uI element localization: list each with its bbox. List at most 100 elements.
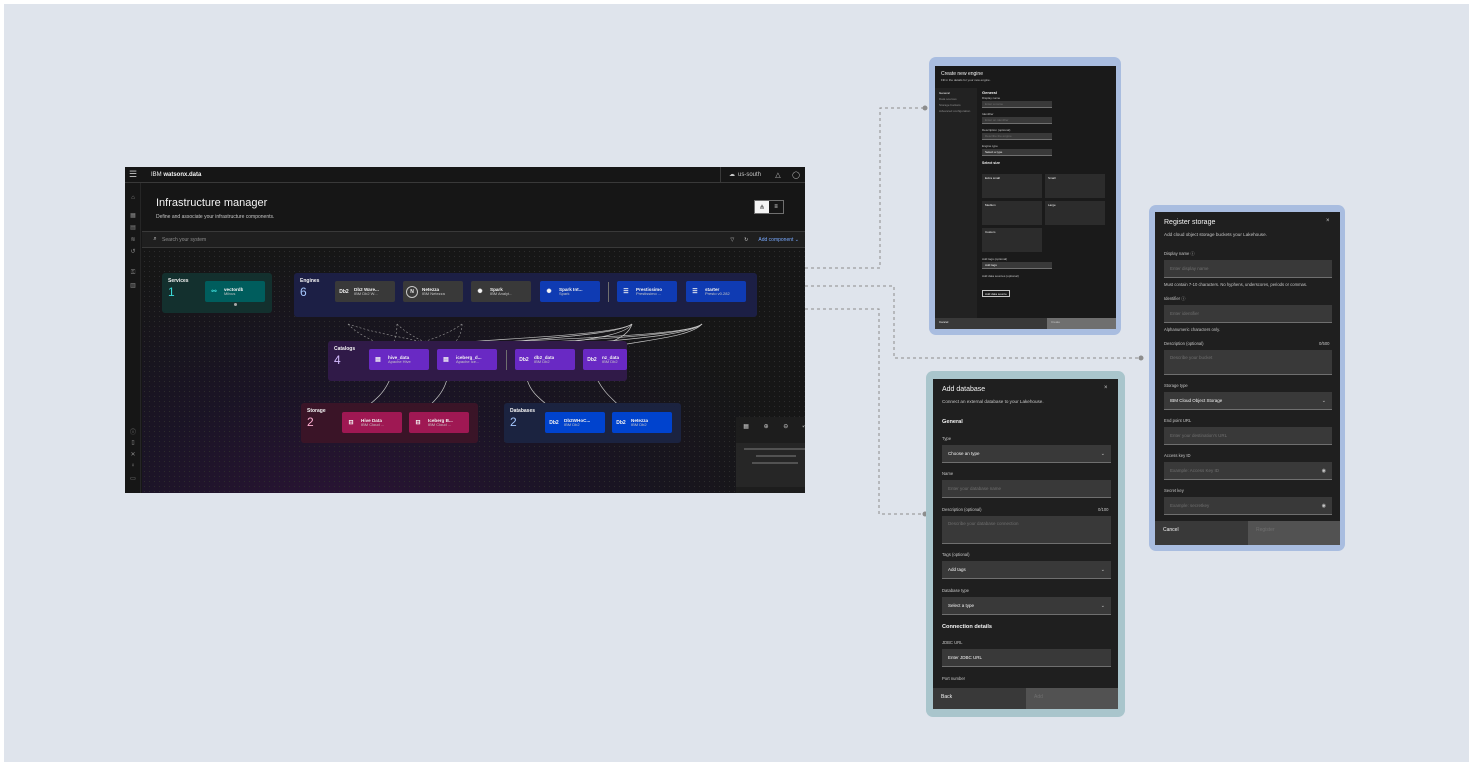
close-icon[interactable]: × [1104, 385, 1108, 391]
storage-node-iceberg[interactable]: ⊟ Iceberg B... IBM Cloud ... [409, 412, 469, 433]
storage-type-select[interactable]: IBM Cloud Object Storage ⌄ [1164, 392, 1332, 410]
fit-view-icon[interactable]: ▦ [743, 423, 749, 430]
cancel-button[interactable]: Cancel [1155, 521, 1248, 545]
view-toggle[interactable]: ⋔ ≡ [754, 200, 784, 214]
catalog-node-db2-data[interactable]: Db2 db2_data IBM Db2 [515, 349, 575, 370]
catalog-node-iceberg[interactable]: ▤ iceberg_d... Apache Ice... [437, 349, 497, 370]
engine-type-select[interactable]: Select a type [982, 149, 1052, 156]
size-option-small[interactable]: Small [1045, 174, 1105, 198]
catalogs-title: Catalogs [334, 346, 356, 352]
query-icon[interactable]: ≋ [125, 236, 141, 243]
service-node-vectordb[interactable]: ⚯ vectordb Milvus [205, 281, 265, 302]
add-data-source-button[interactable]: Add data source [982, 290, 1010, 297]
data-manager-icon[interactable]: ▤ [125, 224, 141, 231]
engine-node-starter[interactable]: ☰ starter Presto v0.282 [686, 281, 746, 302]
type-select[interactable]: Choose an type ⌄ [942, 445, 1111, 463]
fullscreen-icon[interactable]: ⤢ [803, 423, 805, 430]
engines-group[interactable]: Engines 6 Db2 Db2 Ware... IBM Db2 W... N … [294, 273, 757, 317]
topology-canvas[interactable]: Services 1 ⚯ vectordb Milvus Engines 6 Db… [142, 249, 805, 493]
engine-node-db2-warehouse[interactable]: Db2 Db2 Ware... IBM Db2 W... [335, 281, 395, 302]
tools-icon[interactable]: ✕ [125, 451, 141, 458]
search-input[interactable]: Search your system [162, 237, 206, 243]
infrastructure-icon[interactable]: ▦ [125, 212, 141, 219]
description-label: Description (optional) [1164, 341, 1204, 346]
access-key-input[interactable]: Example: Access Key ID ◉ [1164, 462, 1332, 480]
secret-key-input[interactable]: Example: secretkey ◉ [1164, 497, 1332, 515]
close-icon[interactable]: × [1326, 218, 1330, 224]
add-component-button[interactable]: Add component ⌄ [758, 237, 799, 243]
databases-group[interactable]: Databases 2 Db2 Db2WHoC... IBM Db2 Db2 Ne… [504, 403, 681, 443]
lightbulb-icon[interactable]: ♀ [125, 463, 141, 469]
display-name-input[interactable]: Enter a name [982, 101, 1052, 108]
identifier-input[interactable]: Enter an identifier [982, 117, 1052, 124]
minimap-preview[interactable] [736, 443, 805, 487]
nav-item[interactable]: Advanced configuration [939, 109, 970, 113]
db2-icon: Db2 [339, 288, 349, 295]
nav-item[interactable]: Storage buckets [939, 103, 961, 107]
database-node-netezza[interactable]: Db2 Netezza IBM Db2 [612, 412, 672, 433]
size-option-large[interactable]: Large [1045, 201, 1105, 225]
size-option-medium[interactable]: Medium [982, 201, 1042, 225]
storage-group[interactable]: Storage 2 ⊟ Hive Data IBM Cloud ... ⊟ Ice… [301, 403, 478, 443]
eye-icon[interactable]: ◉ [1322, 503, 1326, 509]
tags-select[interactable]: Add tags [982, 262, 1052, 269]
user-avatar-icon[interactable]: ◯ [787, 167, 805, 183]
description-textarea[interactable]: Describe your bucket [1164, 350, 1332, 375]
field-label: Add data sources (optional) [982, 274, 1019, 278]
access-control-icon[interactable]: ⚿ [125, 270, 141, 277]
info-icon[interactable]: ⓘ [125, 427, 141, 436]
engine-node-netezza[interactable]: N Netezza IBM Netezza [403, 281, 463, 302]
terminal-icon[interactable]: ▭ [125, 475, 141, 482]
cancel-button[interactable]: Cancel [935, 318, 1047, 329]
refresh-icon[interactable]: ↻ [744, 237, 748, 243]
size-option-custom[interactable]: Custom [982, 228, 1042, 252]
notification-icon[interactable]: △ [769, 167, 787, 183]
storage-type-label: Storage type [1164, 383, 1188, 388]
engine-node-prestissimo[interactable]: ☰ Prestissimo Prestissimo ... [617, 281, 677, 302]
database-type-select[interactable]: Select a type ⌄ [942, 597, 1111, 615]
storage-node-hive-data[interactable]: ⊟ Hive Data IBM Cloud ... [342, 412, 402, 433]
size-option-extra-small[interactable]: Extra small [982, 174, 1042, 198]
home-icon[interactable]: ⌂ [125, 195, 141, 201]
name-input[interactable]: Enter your database name [942, 480, 1111, 498]
description-textarea[interactable]: Describe your database connection [942, 516, 1111, 544]
history-icon[interactable]: ↺ [125, 248, 141, 255]
catalog-icon[interactable]: ▥ [125, 282, 141, 289]
zoom-in-icon[interactable]: ⊕ [764, 423, 769, 430]
minimap[interactable]: ▦ ⊕ ⊖ ⤢ [736, 417, 805, 493]
node-type: Spark [559, 290, 570, 296]
eye-icon[interactable]: ◉ [1322, 468, 1326, 474]
topology-view-icon[interactable]: ⋔ [755, 201, 769, 213]
add-button[interactable]: Add [1026, 688, 1118, 709]
register-button[interactable]: Register [1248, 521, 1340, 545]
jdbc-input[interactable]: Enter JDBC URL [942, 649, 1111, 667]
general-heading: General [942, 419, 963, 425]
create-button[interactable]: Create [1047, 318, 1116, 329]
nav-item[interactable]: General [939, 91, 950, 95]
catalogs-group[interactable]: Catalogs 4 ▤ hive_data Apache Hive ▤ iceb… [328, 341, 627, 381]
endpoint-input[interactable]: Enter your destination's URL [1164, 427, 1332, 445]
chevron-down-icon: ⌄ [1100, 450, 1105, 457]
display-name-input[interactable]: Enter display name [1164, 260, 1332, 278]
services-group[interactable]: Services 1 ⚯ vectordb Milvus [162, 273, 272, 313]
port-label: Port number [942, 676, 966, 681]
filter-icon[interactable]: ▽ [730, 237, 734, 243]
nav-item[interactable]: Data sources [939, 97, 957, 101]
region-selector[interactable]: ☁ us-south [719, 167, 769, 183]
catalog-node-nz-data[interactable]: Db2 nz_data IBM Db2 [583, 349, 627, 370]
catalog-node-hive[interactable]: ▤ hive_data Apache Hive [369, 349, 429, 370]
description-input[interactable]: Describe the engine [982, 133, 1052, 140]
node-type: IBM Db2 [564, 421, 580, 427]
engine-node-spark-int[interactable]: ✺ Spark Int... Spark [540, 281, 600, 302]
back-button[interactable]: Back [933, 688, 1026, 709]
menu-icon[interactable]: ☰ [125, 167, 141, 183]
document-icon[interactable]: ▯ [125, 439, 141, 446]
engine-node-spark[interactable]: ✺ Spark IBM Analyt... [471, 281, 531, 302]
product-name[interactable]: IBM watsonx.data [151, 172, 201, 178]
zoom-out-icon[interactable]: ⊖ [783, 423, 788, 430]
storage-count: 2 [307, 415, 314, 429]
tags-select[interactable]: Add tags ⌄ [942, 561, 1111, 579]
database-node-db2whoc[interactable]: Db2 Db2WHoC... IBM Db2 [545, 412, 605, 433]
list-view-icon[interactable]: ≡ [769, 201, 783, 213]
identifier-input[interactable]: Enter identifier [1164, 305, 1332, 323]
